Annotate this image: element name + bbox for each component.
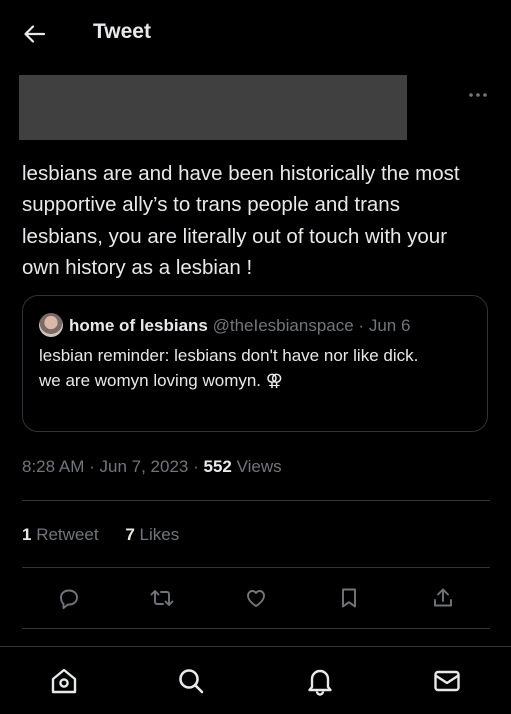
header-bar: Tweet [0, 0, 511, 66]
separator: · [89, 457, 95, 476]
views-label: Views [236, 457, 282, 476]
bookmark-icon [342, 588, 356, 608]
arrow-left-icon [24, 25, 45, 43]
divider [22, 567, 490, 568]
tweet-action-bar [0, 580, 511, 616]
reply-button[interactable] [54, 583, 84, 613]
retweet-button[interactable] [147, 583, 177, 613]
share-button[interactable] [428, 583, 458, 613]
likes-count: 7 [125, 525, 135, 544]
tweet-text: lesbians are and have been historically … [22, 162, 460, 279]
avatar [39, 313, 63, 337]
views-count: 552 [203, 457, 232, 476]
mail-icon [434, 670, 460, 692]
tweet-time: 8:28 AM [22, 457, 85, 476]
quoted-tweet-card[interactable]: home of lesbians @theIesbianspace · Jun … [22, 295, 488, 432]
back-button[interactable] [20, 21, 48, 47]
quoted-author-name: home of lesbians [69, 316, 208, 335]
divider [22, 500, 490, 501]
reply-icon [60, 589, 78, 609]
nav-messages[interactable] [431, 665, 463, 697]
nav-search[interactable] [175, 665, 207, 697]
divider [22, 628, 490, 629]
nav-home[interactable] [48, 665, 80, 697]
redacted-author-block [19, 75, 407, 140]
retweets-stat[interactable]: 1 Retweet [22, 525, 99, 544]
quoted-author-handle: @theIesbianspace [212, 316, 354, 335]
separator: · [358, 316, 365, 335]
tweet-meta: 8:28 AM · Jun 7, 2023 · 552 Views [22, 457, 282, 477]
heart-icon [247, 590, 265, 607]
quoted-tweet-date: Jun 6 [368, 316, 411, 335]
quoted-tweet-line: lesbian reminder: lesbians don't have no… [39, 346, 419, 365]
bottom-navigation [0, 646, 511, 714]
home-icon [51, 668, 77, 694]
bell-icon [308, 669, 332, 696]
search-icon [179, 669, 204, 694]
quoted-tweet-text: lesbian reminder: lesbians don't have no… [39, 343, 469, 393]
nav-notifications[interactable] [304, 665, 336, 697]
retweets-count: 1 [22, 525, 32, 544]
more-icon [469, 93, 487, 97]
share-icon [434, 588, 452, 607]
likes-label: Likes [139, 525, 180, 544]
bookmark-button[interactable] [334, 583, 364, 613]
retweet-icon [150, 590, 174, 606]
page-title: Tweet [93, 20, 151, 43]
quoted-tweet-line: we are womyn loving womyn. ⚢ [39, 371, 283, 390]
tweet-date: Jun 7, 2023 [99, 457, 189, 476]
separator: · [193, 457, 199, 476]
like-button[interactable] [241, 583, 271, 613]
tweet-stats: 1 Retweet 7 Likes [22, 525, 179, 545]
retweets-label: Retweet [36, 525, 99, 544]
more-options-button[interactable] [466, 85, 490, 105]
likes-stat[interactable]: 7 Likes [125, 525, 179, 544]
quoted-tweet-header: home of lesbians @theIesbianspace · Jun … [69, 316, 410, 336]
